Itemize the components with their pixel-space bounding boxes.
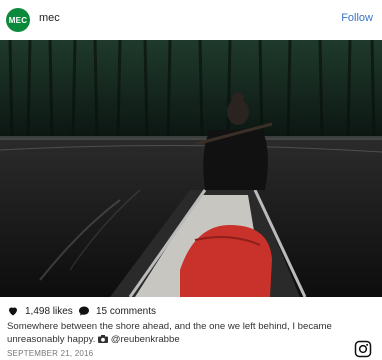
comment-icon[interactable] xyxy=(78,305,90,317)
comments-count: 15 comments xyxy=(96,305,157,317)
post-meta: 1,498 likes 15 comments Somewhere betwee… xyxy=(0,297,382,360)
avatar[interactable]: MEC xyxy=(6,8,30,32)
instagram-icon[interactable] xyxy=(354,340,372,358)
heart-icon[interactable] xyxy=(7,305,19,317)
username[interactable]: mec xyxy=(39,12,60,24)
post-date: SEPTEMBER 21, 2016 xyxy=(7,349,94,358)
photo-credit[interactable]: @reubenkrabbe xyxy=(111,334,180,345)
likes-stat[interactable]: 1,498 likes xyxy=(7,305,73,317)
comments-stat[interactable]: 15 comments xyxy=(78,305,156,317)
likes-count: 1,498 likes xyxy=(25,305,73,317)
caption: Somewhere between the shore ahead, and t… xyxy=(7,320,347,346)
camera-icon xyxy=(98,335,109,343)
post-header: MEC mec Follow xyxy=(0,0,382,40)
post-photo[interactable] xyxy=(0,40,382,297)
follow-button[interactable]: Follow xyxy=(341,12,373,24)
canoe-photo xyxy=(0,40,382,297)
